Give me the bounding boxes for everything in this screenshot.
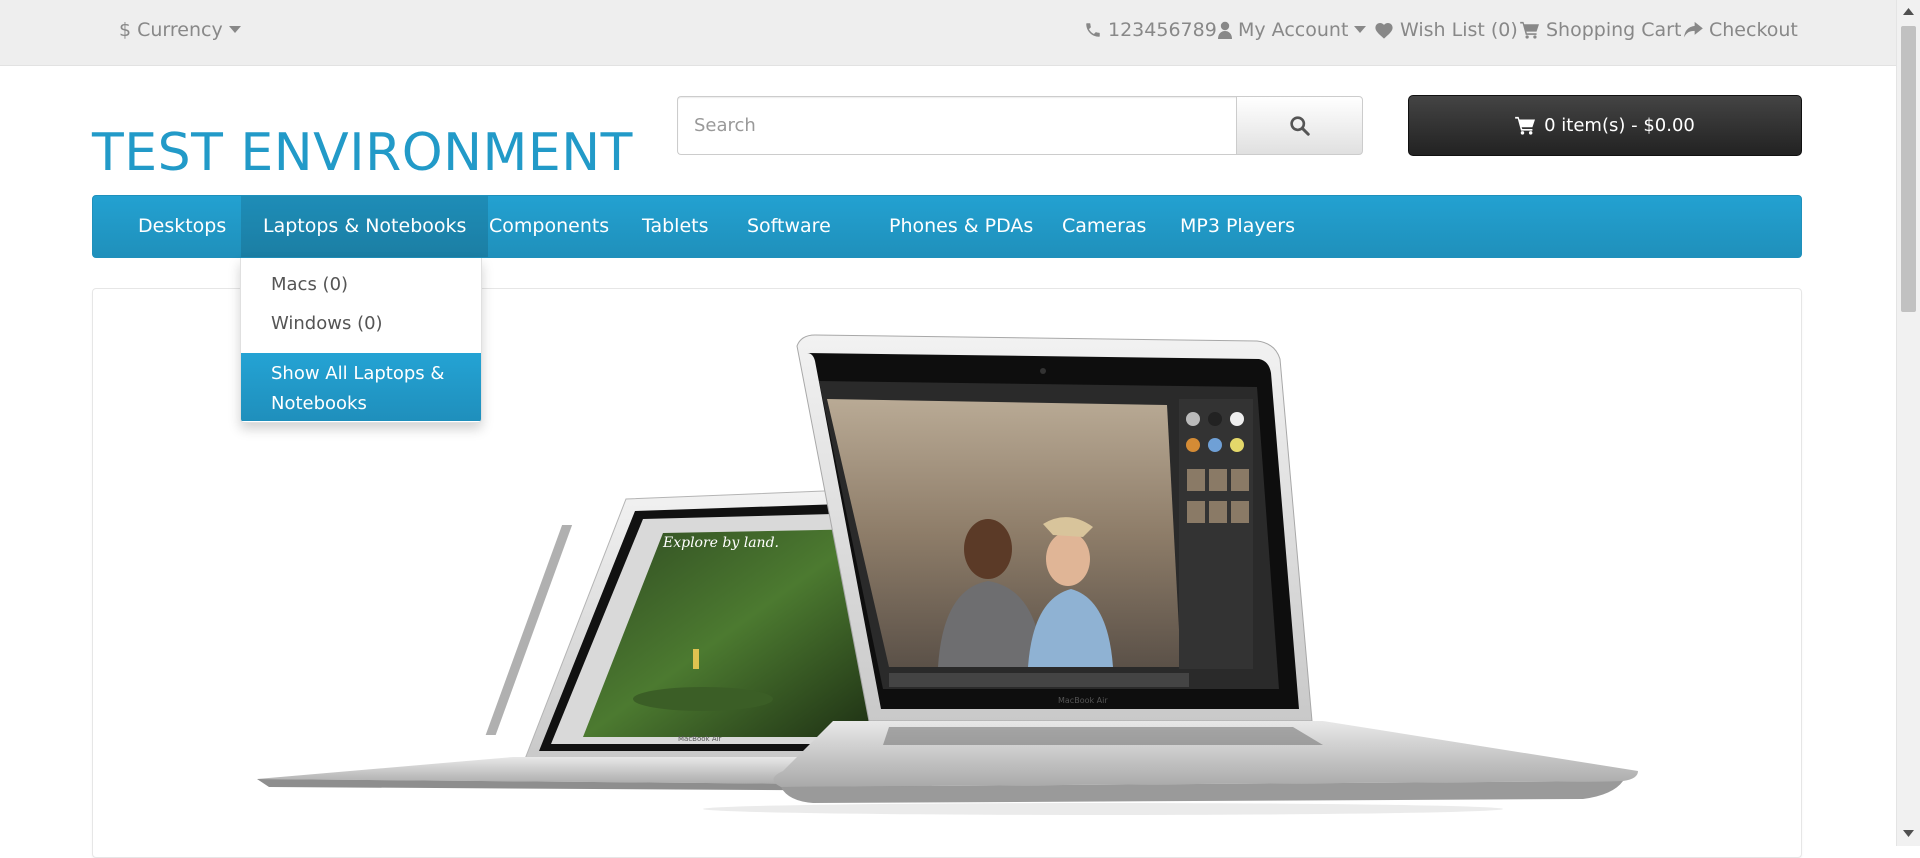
menu-item-laptops-notebooks[interactable]: Laptops & Notebooks: [241, 196, 489, 257]
menu-item-phones-pdas[interactable]: Phones & PDAs: [867, 196, 1055, 257]
my-account-label: My Account: [1238, 19, 1349, 41]
scroll-up-arrow-icon[interactable]: [1903, 8, 1914, 15]
menu-item-software[interactable]: Software: [725, 196, 853, 257]
checkout-label: Checkout: [1709, 19, 1798, 41]
shopping-cart-link[interactable]: Shopping Cart: [1520, 18, 1681, 42]
menu-item-desktops[interactable]: Desktops: [116, 196, 248, 257]
search-input[interactable]: [677, 96, 1237, 155]
dropdown-link-windows[interactable]: Windows (0): [271, 313, 383, 334]
banner-screen-text: Explore by land.: [662, 535, 779, 551]
site-logo[interactable]: TEST ENVIRONMENT: [92, 118, 633, 188]
show-all-laptops-link[interactable]: Show All Laptops & Notebooks: [241, 353, 481, 421]
cart-total: 0 item(s) - $0.00: [1544, 115, 1695, 136]
search-icon: [1290, 116, 1310, 136]
caret-down-icon: [228, 26, 241, 33]
shopping-cart-icon: [1515, 116, 1536, 135]
menu-item-mp3-players[interactable]: MP3 Players: [1158, 196, 1317, 257]
wish-list-link[interactable]: Wish List (0): [1374, 18, 1518, 42]
share-icon: [1684, 21, 1703, 38]
menu-item-tablets[interactable]: Tablets: [620, 196, 730, 257]
wish-list-label: Wish List (0): [1400, 19, 1518, 41]
currency-label: Currency: [137, 19, 223, 41]
banner-laptop-brand-front: MacBook Air: [1058, 696, 1108, 705]
scrollbar-thumb[interactable]: [1901, 26, 1916, 312]
banner-laptop-brand-back: MacBook Air: [678, 735, 722, 743]
user-icon: [1218, 21, 1232, 39]
top-bar: $ Currency 123456789 My Account Wish Lis…: [0, 0, 1896, 66]
heart-icon: [1375, 23, 1393, 39]
caret-down-icon: [1354, 26, 1367, 33]
phone-link[interactable]: 123456789: [1084, 18, 1217, 42]
phone-number: 123456789: [1108, 19, 1217, 41]
menu-item-components[interactable]: Components: [467, 196, 631, 257]
main-menu: Desktops Laptops & Notebooks Components …: [92, 195, 1802, 258]
dollar-icon: $: [119, 19, 132, 41]
show-all-laptops-label: Show All Laptops & Notebooks: [271, 363, 445, 414]
laptops-dropdown-menu: Macs (0) Windows (0) Show All Laptops & …: [240, 258, 482, 423]
dropdown-link-macs[interactable]: Macs (0): [271, 274, 348, 295]
checkout-link[interactable]: Checkout: [1683, 18, 1798, 42]
page-scrollbar[interactable]: [1896, 0, 1920, 846]
cart-button[interactable]: 0 item(s) - $0.00: [1408, 95, 1802, 156]
shopping-cart-icon: [1520, 21, 1539, 39]
shopping-cart-label: Shopping Cart: [1546, 19, 1682, 41]
scroll-down-arrow-icon[interactable]: [1903, 830, 1914, 837]
menu-item-cameras[interactable]: Cameras: [1040, 196, 1168, 257]
my-account-dropdown[interactable]: My Account: [1218, 18, 1367, 42]
currency-dropdown[interactable]: $ Currency: [119, 18, 241, 42]
phone-icon: [1086, 23, 1100, 37]
search-button[interactable]: [1236, 96, 1363, 155]
